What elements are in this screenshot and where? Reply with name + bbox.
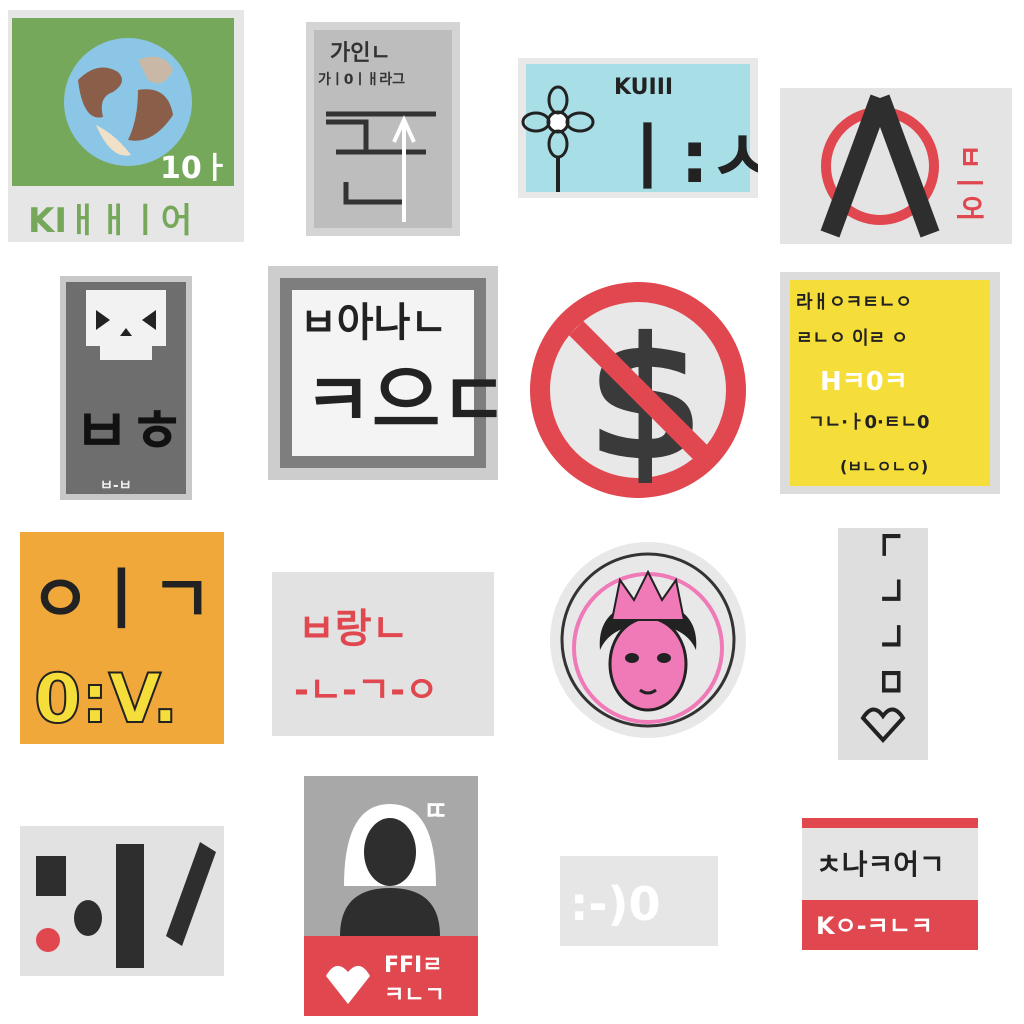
- orange-line2: 0:V.: [34, 660, 178, 739]
- red-line2: -ㄴ-ㄱ-ㅇ: [294, 670, 438, 711]
- road-line1: 가인ㄴ: [330, 41, 391, 66]
- red-text-sticker: ㅂ랑ㄴ -ㄴ-ㄱ-ㅇ: [272, 572, 494, 736]
- skull-glyph: ㅂㅎ: [74, 397, 184, 467]
- compass-side-text: ㅂㅣ어: [953, 144, 986, 221]
- yellow-notice-sticker: 라ㅐㅇㅋㅌㄴㅇ ㄹㄴㅇ 이ㄹ ㅇ Hㅋ0ㅋ ㄱㄴ·ㅏ0·ㅌㄴ0 (ㅂㄴㅇㄴㅇ): [780, 272, 1000, 494]
- flower-big-text: ㅣ:ㅅ: [614, 115, 758, 198]
- bride-banner-text2: ㅋㄴㄱ: [384, 983, 445, 1008]
- faded-text: :-)0: [570, 877, 661, 931]
- no-dollar-sticker: $: [526, 278, 750, 502]
- earth-sticker: 10ㅏ KIㅐㅐㅣ어: [8, 10, 244, 242]
- orange-sticker: ㅇㅣㄱ 0:V.: [20, 532, 224, 744]
- notice-line2: ㄹㄴㅇ 이ㄹ ㅇ: [796, 328, 908, 349]
- earth-bottom-text: KIㅐㅐㅣ어: [28, 201, 192, 241]
- earth-caption: 10ㅏ: [160, 151, 229, 186]
- vertical-text-sticker: ㄴ ㄱ ㄱ ㅁ: [838, 528, 928, 760]
- bride-bubble: ㄸ: [424, 797, 448, 827]
- notice-line5: (ㅂㄴㅇㄴㅇ): [840, 457, 928, 476]
- notice-line1: 라ㅐㅇㅋㅌㄴㅇ: [796, 292, 912, 313]
- red-stripe-sticker: ㅊ나ㅋ어ㄱ Kㅇ-ㅋㄴㅋ: [802, 818, 978, 950]
- flower-top-text: KUIII: [614, 75, 673, 100]
- bride-sticker: ㄸ FFIㄹ ㅋㄴㄱ: [304, 776, 478, 1016]
- arrow-road-sticker: 가인ㄴ 가ㅣ0ㅣㅐ라그: [306, 22, 460, 236]
- road-line2: 가ㅣ0ㅣㅐ라그: [318, 72, 405, 88]
- flower-sticker: KUIII ㅣ:ㅅ: [518, 58, 758, 198]
- stripe-line2: Kㅇ-ㅋㄴㅋ: [816, 912, 933, 940]
- bold-strokes-sticker: [20, 826, 224, 976]
- skull-sticker: ㅂㅎ ㅂ-ㅂ: [60, 276, 192, 500]
- vertical-text: ㄴ ㄱ ㄱ ㅁ: [869, 528, 910, 698]
- earth-icon: [64, 38, 192, 166]
- notice-line4: ㄱㄴ·ㅏ0·ㅌㄴ0: [808, 412, 930, 433]
- frame-line2: ㅋ으ㄷ: [304, 358, 498, 444]
- faded-sticker: :-)0: [560, 856, 718, 946]
- red-line1: ㅂ랑ㄴ: [298, 606, 408, 652]
- frame-text-sticker: ㅂ아나ㄴ ㅋ으ㄷ: [268, 266, 498, 480]
- notice-line3: Hㅋ0ㅋ: [820, 367, 908, 397]
- orange-line1: ㅇㅣㄱ: [30, 561, 212, 638]
- princess-sticker: [548, 540, 748, 740]
- frame-line1: ㅂ아나ㄴ: [300, 300, 447, 346]
- bride-banner-text: FFIㄹ: [384, 953, 442, 978]
- compass-sticker: ㅂㅣ어: [780, 88, 1012, 244]
- stripe-line1: ㅊ나ㅋ어ㄱ: [816, 848, 945, 881]
- skull-small-text: ㅂ-ㅂ: [100, 478, 132, 494]
